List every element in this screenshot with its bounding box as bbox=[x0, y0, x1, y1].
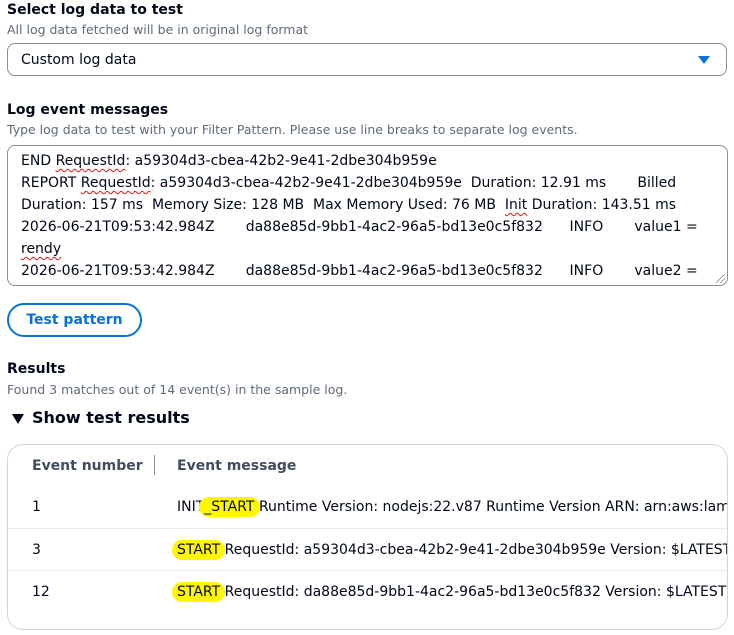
table-row: 12 START RequestId: da88e85d-9bb1-4ac2-9… bbox=[8, 571, 727, 613]
results-label: Results bbox=[7, 361, 66, 377]
select-log-description: All log data fetched will be in original… bbox=[7, 22, 309, 37]
log-line: rendy bbox=[21, 241, 62, 257]
show-test-results-label: Show test results bbox=[32, 408, 190, 427]
caret-down-icon bbox=[698, 55, 710, 64]
log-messages-textarea[interactable]: END RequestId: a59304d3-cbea-42b2-9e41-2… bbox=[7, 145, 728, 286]
column-divider[interactable] bbox=[154, 455, 155, 475]
log-line: 2026-06-21T09:53:42.984Z da88e85d-9bb1-4… bbox=[21, 263, 698, 279]
match-highlight: START bbox=[172, 582, 226, 602]
log-messages-description: Type log data to test with your Filter P… bbox=[7, 122, 578, 137]
match-highlight: _START bbox=[199, 497, 260, 517]
event-number-cell: 3 bbox=[32, 542, 41, 558]
match-highlight: START bbox=[172, 540, 226, 560]
results-table: Event number Event message 1 INIT_START … bbox=[7, 444, 728, 630]
select-log-label: Select log data to test bbox=[7, 2, 183, 18]
triangle-down-icon bbox=[12, 413, 24, 424]
log-data-select[interactable]: Custom log data bbox=[7, 43, 727, 76]
log-messages-label: Log event messages bbox=[7, 102, 169, 118]
event-message-cell: INIT_START Runtime Version: nodejs:22.v8… bbox=[177, 497, 728, 517]
log-line: Duration: 157 ms Memory Size: 128 MB Max… bbox=[21, 197, 677, 213]
log-line: END RequestId: a59304d3-cbea-42b2-9e41-2… bbox=[21, 153, 437, 169]
event-number-cell: 12 bbox=[32, 584, 50, 600]
results-summary: Found 3 matches out of 14 event(s) in th… bbox=[7, 382, 348, 397]
column-header-event-number[interactable]: Event number bbox=[32, 455, 143, 477]
log-line: REPORT RequestId: a59304d3-cbea-42b2-9e4… bbox=[21, 175, 677, 191]
show-test-results-toggle[interactable]: Show test results bbox=[12, 408, 190, 427]
test-pattern-button[interactable]: Test pattern bbox=[7, 303, 142, 337]
resize-handle-icon[interactable] bbox=[716, 274, 725, 283]
table-row: 1 INIT_START Runtime Version: nodejs:22.… bbox=[8, 486, 728, 528]
log-data-select-value: Custom log data bbox=[21, 51, 137, 68]
log-line: 2026-06-21T09:53:42.984Z da88e85d-9bb1-4… bbox=[21, 219, 698, 235]
column-header-event-message[interactable]: Event message bbox=[177, 455, 296, 477]
event-message-cell: START RequestId: a59304d3-cbea-42b2-9e41… bbox=[172, 529, 727, 571]
log-line: rendy2 bbox=[21, 282, 717, 285]
table-row: 3 START RequestId: a59304d3-cbea-42b2-9e… bbox=[8, 529, 727, 571]
event-message-cell: START RequestId: da88e85d-9bb1-4ac2-96a5… bbox=[172, 571, 726, 613]
event-number-cell: 1 bbox=[32, 499, 41, 515]
